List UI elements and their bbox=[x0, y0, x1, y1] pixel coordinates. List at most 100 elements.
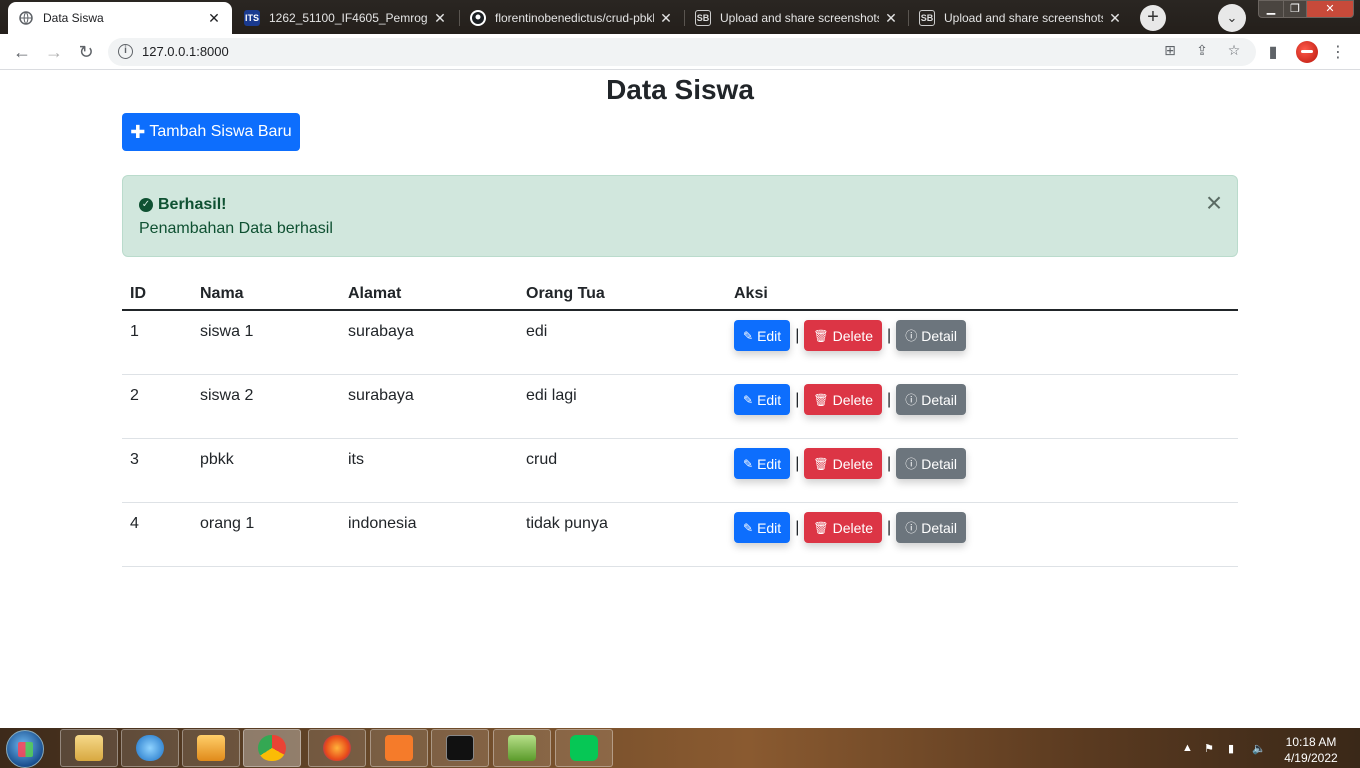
globe-icon bbox=[18, 10, 34, 26]
taskbar-notepad-plus[interactable] bbox=[493, 729, 551, 767]
network-signal-icon[interactable]: ▮ bbox=[1228, 742, 1234, 755]
delete-label: Delete bbox=[832, 519, 874, 536]
action-separator: | bbox=[795, 518, 800, 536]
taskbar-cmd[interactable] bbox=[431, 729, 489, 767]
tab-title: 1262_51100_IF4605_Pemrogra bbox=[269, 11, 428, 25]
edit-button[interactable]: ✎ Edit bbox=[734, 448, 791, 479]
system-clock[interactable]: 10:18 AM 4/19/2022 bbox=[1278, 734, 1344, 766]
edit-button[interactable]: ✎ Edit bbox=[734, 384, 791, 415]
taskbar-xampp[interactable] bbox=[370, 729, 428, 767]
edit-label: Edit bbox=[757, 455, 782, 472]
trash-icon: 🗑 bbox=[813, 456, 829, 471]
media-player-icon bbox=[197, 735, 225, 761]
delete-button[interactable]: 🗑 Delete bbox=[804, 384, 883, 415]
add-student-button[interactable]: ✚ Tambah Siswa Baru bbox=[122, 113, 300, 151]
side-panel-icon[interactable]: ▮ bbox=[1263, 42, 1283, 62]
edit-icon: ✎ bbox=[743, 456, 754, 471]
bookmark-star-icon[interactable]: ☆ bbox=[1224, 42, 1244, 59]
window-close-button[interactable]: ✕ bbox=[1306, 0, 1354, 18]
plus-icon: ✚ bbox=[130, 121, 146, 142]
header-orang-tua: Orang Tua bbox=[526, 285, 605, 302]
header-id: ID bbox=[130, 285, 146, 302]
edit-icon: ✎ bbox=[743, 392, 754, 407]
edit-icon: ✎ bbox=[743, 520, 754, 535]
cell-nama: orang 1 bbox=[200, 515, 255, 532]
new-tab-button[interactable]: + bbox=[1140, 5, 1166, 31]
profile-avatar[interactable] bbox=[1296, 41, 1318, 63]
volume-icon[interactable]: 🔈 bbox=[1252, 742, 1266, 755]
alert-title: Berhasil! bbox=[158, 196, 227, 213]
forward-arrow-icon[interactable]: → bbox=[42, 40, 66, 64]
action-center-flag-icon[interactable]: ⚑ bbox=[1204, 742, 1214, 755]
taskbar-ie[interactable] bbox=[121, 729, 179, 767]
share-icon[interactable]: ⇪ bbox=[1192, 42, 1212, 59]
address-url[interactable]: 127.0.0.1:8000 bbox=[142, 44, 229, 59]
browser-tab-strip: Data Siswa ✕ ITS 1262_51100_IF4605_Pemro… bbox=[0, 0, 1360, 34]
edit-button[interactable]: ✎ Edit bbox=[734, 512, 791, 543]
action-separator: | bbox=[795, 390, 800, 408]
detail-button[interactable]: ⓘ Detail bbox=[896, 512, 967, 543]
tab-its[interactable]: ITS 1262_51100_IF4605_Pemrogra ✕ bbox=[234, 2, 458, 34]
cell-alamat: its bbox=[348, 451, 364, 468]
edit-label: Edit bbox=[757, 519, 782, 536]
success-alert: ✓ Berhasil! Penambahan Data berhasil × bbox=[122, 175, 1238, 257]
back-arrow-icon[interactable]: ← bbox=[10, 40, 34, 64]
folder-icon bbox=[75, 735, 103, 761]
cell-nama: siswa 1 bbox=[200, 323, 254, 340]
tab-screenshots-2[interactable]: SB Upload and share screenshots ✕ bbox=[909, 2, 1133, 34]
taskbar-media-player[interactable] bbox=[182, 729, 240, 767]
check-circle-icon: ✓ bbox=[139, 198, 153, 212]
header-aksi: Aksi bbox=[734, 285, 768, 302]
taskbar-explorer[interactable] bbox=[60, 729, 118, 767]
show-hidden-icons-icon[interactable]: ▲ bbox=[1182, 742, 1193, 754]
close-tab-icon[interactable]: ✕ bbox=[883, 10, 899, 27]
close-tab-icon[interactable]: ✕ bbox=[1107, 10, 1123, 27]
minimize-button[interactable]: ▁ bbox=[1258, 0, 1284, 18]
close-tab-icon[interactable]: ✕ bbox=[206, 10, 222, 27]
table-row: 4 orang 1 indonesia tidak punya ✎ Edit | … bbox=[122, 503, 1238, 567]
delete-label: Delete bbox=[832, 455, 874, 472]
cell-orang-tua: crud bbox=[526, 451, 558, 468]
action-separator: | bbox=[795, 454, 800, 472]
address-bar[interactable]: i 127.0.0.1:8000 ⊞ ⇪ ☆ bbox=[108, 38, 1256, 66]
tab-github[interactable]: florentinobenedictus/crud-pbkk ✕ bbox=[460, 2, 684, 34]
github-icon bbox=[470, 10, 486, 26]
start-button[interactable] bbox=[6, 730, 44, 768]
close-alert-icon[interactable]: × bbox=[1201, 189, 1227, 217]
cell-nama: siswa 2 bbox=[200, 387, 254, 404]
site-info-icon[interactable]: i bbox=[118, 44, 133, 59]
taskbar-firefox[interactable] bbox=[308, 729, 366, 767]
cell-orang-tua: tidak punya bbox=[526, 515, 608, 532]
detail-label: Detail bbox=[921, 327, 958, 344]
students-table: ID Nama Alamat Orang Tua Aksi 1 siswa 1 … bbox=[122, 275, 1238, 567]
maximize-button[interactable]: ❐ bbox=[1283, 0, 1307, 18]
delete-label: Delete bbox=[832, 391, 874, 408]
detail-button[interactable]: ⓘ Detail bbox=[896, 320, 967, 351]
taskbar-line[interactable] bbox=[555, 729, 613, 767]
taskbar-chrome[interactable] bbox=[243, 729, 301, 767]
tab-screenshots-1[interactable]: SB Upload and share screenshots ✕ bbox=[685, 2, 909, 34]
detail-button[interactable]: ⓘ Detail bbox=[896, 448, 967, 479]
chrome-icon bbox=[258, 735, 286, 761]
delete-button[interactable]: 🗑 Delete bbox=[804, 448, 883, 479]
tab-data-siswa[interactable]: Data Siswa ✕ bbox=[8, 2, 232, 34]
its-icon: ITS bbox=[244, 10, 260, 26]
menu-kebab-icon[interactable]: ⋮ bbox=[1328, 42, 1348, 62]
delete-button[interactable]: 🗑 Delete bbox=[804, 320, 883, 351]
detail-button[interactable]: ⓘ Detail bbox=[896, 384, 967, 415]
edit-button[interactable]: ✎ Edit bbox=[734, 320, 791, 351]
header-nama: Nama bbox=[200, 285, 244, 302]
action-separator: | bbox=[887, 326, 892, 344]
translate-icon[interactable]: ⊞ bbox=[1160, 42, 1180, 59]
close-tab-icon[interactable]: ✕ bbox=[432, 10, 448, 27]
tab-search-chevron-icon[interactable]: ⌄ bbox=[1218, 4, 1246, 32]
delete-button[interactable]: 🗑 Delete bbox=[804, 512, 883, 543]
cell-orang-tua: edi bbox=[526, 323, 548, 340]
table-header: ID Nama Alamat Orang Tua Aksi bbox=[122, 275, 1238, 311]
sb-icon: SB bbox=[695, 10, 711, 26]
trash-icon: 🗑 bbox=[813, 520, 829, 535]
reload-icon[interactable]: ↻ bbox=[74, 40, 98, 64]
close-tab-icon[interactable]: ✕ bbox=[658, 10, 674, 27]
tab-title: Upload and share screenshots bbox=[720, 11, 879, 25]
action-separator: | bbox=[887, 518, 892, 536]
